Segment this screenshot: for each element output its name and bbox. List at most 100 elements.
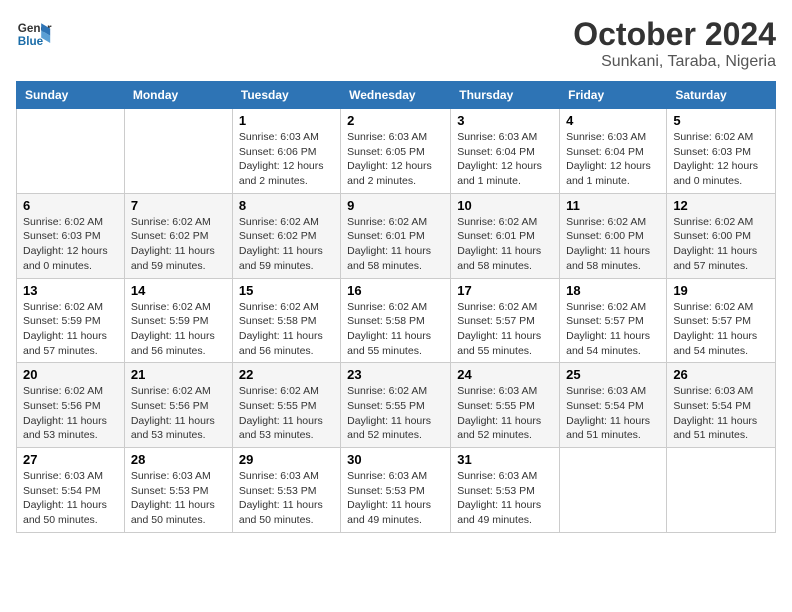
day-detail: Sunrise: 6:03 AMSunset: 6:05 PMDaylight:… bbox=[347, 130, 444, 189]
day-number: 3 bbox=[457, 113, 553, 128]
weekday-header-saturday: Saturday bbox=[667, 82, 776, 109]
location-subtitle: Sunkani, Taraba, Nigeria bbox=[573, 53, 776, 71]
day-number: 24 bbox=[457, 367, 553, 382]
day-detail: Sunrise: 6:03 AMSunset: 6:04 PMDaylight:… bbox=[457, 130, 553, 189]
day-detail: Sunrise: 6:03 AMSunset: 5:54 PMDaylight:… bbox=[23, 469, 118, 528]
day-number: 17 bbox=[457, 283, 553, 298]
day-number: 25 bbox=[566, 367, 660, 382]
day-detail: Sunrise: 6:02 AMSunset: 5:56 PMDaylight:… bbox=[131, 384, 226, 443]
day-detail: Sunrise: 6:03 AMSunset: 6:04 PMDaylight:… bbox=[566, 130, 660, 189]
day-detail: Sunrise: 6:03 AMSunset: 5:55 PMDaylight:… bbox=[457, 384, 553, 443]
day-detail: Sunrise: 6:03 AMSunset: 6:06 PMDaylight:… bbox=[239, 130, 334, 189]
calendar-cell: 1 Sunrise: 6:03 AMSunset: 6:06 PMDaylight… bbox=[232, 109, 340, 194]
day-detail: Sunrise: 6:03 AMSunset: 5:53 PMDaylight:… bbox=[347, 469, 444, 528]
day-number: 11 bbox=[566, 198, 660, 213]
logo: General Blue bbox=[16, 16, 52, 52]
day-detail: Sunrise: 6:02 AMSunset: 5:57 PMDaylight:… bbox=[566, 300, 660, 359]
day-number: 20 bbox=[23, 367, 118, 382]
day-detail: Sunrise: 6:02 AMSunset: 6:00 PMDaylight:… bbox=[566, 215, 660, 274]
calendar-cell bbox=[667, 448, 776, 533]
day-number: 19 bbox=[673, 283, 769, 298]
day-number: 13 bbox=[23, 283, 118, 298]
calendar-cell: 13 Sunrise: 6:02 AMSunset: 5:59 PMDayligh… bbox=[17, 278, 125, 363]
day-number: 15 bbox=[239, 283, 334, 298]
day-detail: Sunrise: 6:03 AMSunset: 5:54 PMDaylight:… bbox=[673, 384, 769, 443]
day-number: 12 bbox=[673, 198, 769, 213]
calendar-cell: 2 Sunrise: 6:03 AMSunset: 6:05 PMDaylight… bbox=[341, 109, 451, 194]
calendar-week-4: 20 Sunrise: 6:02 AMSunset: 5:56 PMDayligh… bbox=[17, 363, 776, 448]
day-detail: Sunrise: 6:02 AMSunset: 6:00 PMDaylight:… bbox=[673, 215, 769, 274]
day-detail: Sunrise: 6:03 AMSunset: 5:53 PMDaylight:… bbox=[239, 469, 334, 528]
weekday-header-thursday: Thursday bbox=[451, 82, 560, 109]
day-number: 21 bbox=[131, 367, 226, 382]
day-detail: Sunrise: 6:02 AMSunset: 5:55 PMDaylight:… bbox=[239, 384, 334, 443]
calendar-cell: 3 Sunrise: 6:03 AMSunset: 6:04 PMDaylight… bbox=[451, 109, 560, 194]
month-year-title: October 2024 bbox=[573, 16, 776, 53]
calendar-cell: 4 Sunrise: 6:03 AMSunset: 6:04 PMDaylight… bbox=[560, 109, 667, 194]
day-number: 29 bbox=[239, 452, 334, 467]
calendar-cell: 29 Sunrise: 6:03 AMSunset: 5:53 PMDayligh… bbox=[232, 448, 340, 533]
calendar-cell: 11 Sunrise: 6:02 AMSunset: 6:00 PMDayligh… bbox=[560, 193, 667, 278]
day-detail: Sunrise: 6:03 AMSunset: 5:53 PMDaylight:… bbox=[457, 469, 553, 528]
day-number: 30 bbox=[347, 452, 444, 467]
day-number: 9 bbox=[347, 198, 444, 213]
calendar-cell: 21 Sunrise: 6:02 AMSunset: 5:56 PMDayligh… bbox=[124, 363, 232, 448]
calendar-week-1: 1 Sunrise: 6:03 AMSunset: 6:06 PMDaylight… bbox=[17, 109, 776, 194]
calendar-cell: 17Sunrise: 6:02 AMSunset: 5:57 PMDayligh… bbox=[451, 278, 560, 363]
calendar-cell: 14 Sunrise: 6:02 AMSunset: 5:59 PMDayligh… bbox=[124, 278, 232, 363]
day-number: 16 bbox=[347, 283, 444, 298]
weekday-header-friday: Friday bbox=[560, 82, 667, 109]
day-detail: Sunrise: 6:02 AMSunset: 5:58 PMDaylight:… bbox=[347, 300, 444, 359]
day-number: 28 bbox=[131, 452, 226, 467]
day-number: 5 bbox=[673, 113, 769, 128]
day-detail: Sunrise: 6:03 AMSunset: 5:54 PMDaylight:… bbox=[566, 384, 660, 443]
calendar-cell: 30 Sunrise: 6:03 AMSunset: 5:53 PMDayligh… bbox=[341, 448, 451, 533]
calendar-cell: 7Sunrise: 6:02 AMSunset: 6:02 PMDaylight… bbox=[124, 193, 232, 278]
day-number: 10 bbox=[457, 198, 553, 213]
weekday-header-sunday: Sunday bbox=[17, 82, 125, 109]
calendar-cell: 16 Sunrise: 6:02 AMSunset: 5:58 PMDayligh… bbox=[341, 278, 451, 363]
calendar-cell: 12 Sunrise: 6:02 AMSunset: 6:00 PMDayligh… bbox=[667, 193, 776, 278]
day-detail: Sunrise: 6:02 AMSunset: 5:58 PMDaylight:… bbox=[239, 300, 334, 359]
day-number: 14 bbox=[131, 283, 226, 298]
day-number: 7 bbox=[131, 198, 226, 213]
day-number: 4 bbox=[566, 113, 660, 128]
day-detail: Sunrise: 6:02 AMSunset: 5:56 PMDaylight:… bbox=[23, 384, 118, 443]
calendar-cell bbox=[124, 109, 232, 194]
day-detail: Sunrise: 6:02 AMSunset: 5:59 PMDaylight:… bbox=[131, 300, 226, 359]
day-number: 23 bbox=[347, 367, 444, 382]
day-number: 1 bbox=[239, 113, 334, 128]
calendar-cell bbox=[560, 448, 667, 533]
weekday-header-row: SundayMondayTuesdayWednesdayThursdayFrid… bbox=[17, 82, 776, 109]
day-number: 2 bbox=[347, 113, 444, 128]
day-detail: Sunrise: 6:03 AMSunset: 5:53 PMDaylight:… bbox=[131, 469, 226, 528]
day-number: 8 bbox=[239, 198, 334, 213]
day-number: 6 bbox=[23, 198, 118, 213]
day-detail: Sunrise: 6:02 AMSunset: 6:03 PMDaylight:… bbox=[23, 215, 118, 274]
calendar-cell: 6 Sunrise: 6:02 AMSunset: 6:03 PMDaylight… bbox=[17, 193, 125, 278]
calendar-cell: 20 Sunrise: 6:02 AMSunset: 5:56 PMDayligh… bbox=[17, 363, 125, 448]
day-detail: Sunrise: 6:02 AMSunset: 6:02 PMDaylight:… bbox=[239, 215, 334, 274]
calendar-cell: 22 Sunrise: 6:02 AMSunset: 5:55 PMDayligh… bbox=[232, 363, 340, 448]
day-detail: Sunrise: 6:02 AMSunset: 5:55 PMDaylight:… bbox=[347, 384, 444, 443]
weekday-header-monday: Monday bbox=[124, 82, 232, 109]
calendar-week-3: 13 Sunrise: 6:02 AMSunset: 5:59 PMDayligh… bbox=[17, 278, 776, 363]
calendar-cell: 10 Sunrise: 6:02 AMSunset: 6:01 PMDayligh… bbox=[451, 193, 560, 278]
calendar-cell: 19Sunrise: 6:02 AMSunset: 5:57 PMDayligh… bbox=[667, 278, 776, 363]
calendar-cell: 27Sunrise: 6:03 AMSunset: 5:54 PMDayligh… bbox=[17, 448, 125, 533]
day-number: 22 bbox=[239, 367, 334, 382]
calendar-cell: 15 Sunrise: 6:02 AMSunset: 5:58 PMDayligh… bbox=[232, 278, 340, 363]
svg-text:Blue: Blue bbox=[18, 35, 44, 48]
calendar-cell: 28 Sunrise: 6:03 AMSunset: 5:53 PMDayligh… bbox=[124, 448, 232, 533]
day-number: 26 bbox=[673, 367, 769, 382]
calendar-cell: 9Sunrise: 6:02 AMSunset: 6:01 PMDaylight… bbox=[341, 193, 451, 278]
calendar-cell: 23 Sunrise: 6:02 AMSunset: 5:55 PMDayligh… bbox=[341, 363, 451, 448]
day-number: 31 bbox=[457, 452, 553, 467]
calendar-week-2: 6 Sunrise: 6:02 AMSunset: 6:03 PMDaylight… bbox=[17, 193, 776, 278]
page-header: General Blue October 2024 Sunkani, Tarab… bbox=[16, 16, 776, 71]
calendar-cell: 26 Sunrise: 6:03 AMSunset: 5:54 PMDayligh… bbox=[667, 363, 776, 448]
calendar-cell: 18Sunrise: 6:02 AMSunset: 5:57 PMDayligh… bbox=[560, 278, 667, 363]
weekday-header-tuesday: Tuesday bbox=[232, 82, 340, 109]
day-detail: Sunrise: 6:02 AMSunset: 5:59 PMDaylight:… bbox=[23, 300, 118, 359]
day-detail: Sunrise: 6:02 AMSunset: 6:01 PMDaylight:… bbox=[457, 215, 553, 274]
